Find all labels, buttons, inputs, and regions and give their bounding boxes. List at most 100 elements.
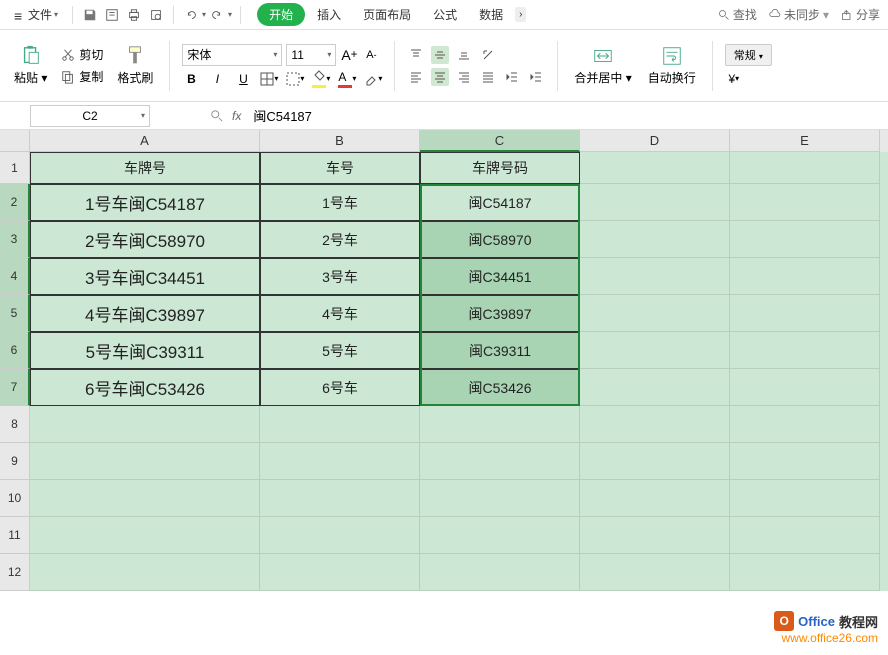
cell-D3[interactable] — [580, 221, 730, 258]
align-middle-icon[interactable] — [431, 46, 449, 64]
tab-data[interactable]: 数据 — [469, 2, 513, 27]
border-button[interactable]: ▾ — [260, 70, 278, 88]
cell-A5[interactable]: 4号车闽C39897 — [30, 295, 260, 332]
cell-A11[interactable] — [30, 517, 260, 554]
cell-C1[interactable]: 车牌号码 — [420, 152, 580, 184]
cell-B6[interactable]: 5号车 — [260, 332, 420, 369]
cell-E9[interactable] — [730, 443, 880, 480]
cell-C11[interactable] — [420, 517, 580, 554]
align-justify-icon[interactable] — [479, 68, 497, 86]
select-all-corner[interactable] — [0, 130, 30, 152]
increase-font-icon[interactable]: A+ — [340, 46, 358, 64]
cell-D9[interactable] — [580, 443, 730, 480]
cell-E2[interactable] — [730, 184, 880, 221]
row-header-2[interactable]: 2 — [0, 184, 30, 221]
cell-B11[interactable] — [260, 517, 420, 554]
merge-center-button[interactable]: 合并居中 ▾ — [570, 43, 635, 88]
undo-dropdown[interactable]: ▾ — [202, 10, 206, 19]
cell-D5[interactable] — [580, 295, 730, 332]
cell-A6[interactable]: 5号车闽C39311 — [30, 332, 260, 369]
name-box[interactable]: C2 ▾ — [30, 105, 150, 127]
row-header-9[interactable]: 9 — [0, 443, 30, 480]
print-icon[interactable] — [125, 6, 143, 24]
tab-page-layout[interactable]: 页面布局 — [353, 2, 421, 27]
font-name-select[interactable]: 宋体 ▾ — [182, 44, 282, 66]
cell-A9[interactable] — [30, 443, 260, 480]
save-icon[interactable] — [81, 6, 99, 24]
fill-color-button[interactable]: ▾ — [312, 70, 330, 88]
formula-input[interactable] — [245, 105, 888, 127]
cell-E7[interactable] — [730, 369, 880, 406]
cell-C5[interactable]: 闽C39897 — [420, 295, 580, 332]
cell-A3[interactable]: 2号车闽C58970 — [30, 221, 260, 258]
cell-B9[interactable] — [260, 443, 420, 480]
cell-E8[interactable] — [730, 406, 880, 443]
tabs-more[interactable]: › — [515, 7, 526, 22]
cell-C8[interactable] — [420, 406, 580, 443]
cell-D8[interactable] — [580, 406, 730, 443]
format-painter-button[interactable]: 格式刷 — [113, 43, 157, 88]
tab-formula[interactable]: 公式 — [423, 2, 467, 27]
cell-D7[interactable] — [580, 369, 730, 406]
wrap-text-button[interactable]: 自动换行 — [644, 43, 700, 88]
cell-D11[interactable] — [580, 517, 730, 554]
fx-icon[interactable]: fx — [232, 109, 241, 123]
cell-E12[interactable] — [730, 554, 880, 591]
cell-C2[interactable]: 闽C54187 — [420, 184, 580, 221]
file-menu[interactable]: 文件 ▾ — [8, 4, 64, 25]
print-preview-icon[interactable] — [147, 6, 165, 24]
row-header-6[interactable]: 6 — [0, 332, 30, 369]
font-color-button[interactable]: A ▾ — [338, 70, 356, 88]
cell-A4[interactable]: 3号车闽C34451 — [30, 258, 260, 295]
number-format-select[interactable]: 常规 ▾ — [725, 44, 772, 66]
undo-icon[interactable] — [182, 6, 200, 24]
cell-E11[interactable] — [730, 517, 880, 554]
zoom-icon[interactable] — [210, 109, 224, 123]
orientation-icon[interactable] — [479, 46, 497, 64]
align-center-icon[interactable] — [431, 68, 449, 86]
align-right-icon[interactable] — [455, 68, 473, 86]
row-header-4[interactable]: 4 — [0, 258, 30, 295]
align-bottom-icon[interactable] — [455, 46, 473, 64]
font-size-select[interactable]: 11 ▾ — [286, 44, 336, 66]
col-header-D[interactable]: D — [580, 130, 730, 152]
cell-A1[interactable]: 车牌号 — [30, 152, 260, 184]
cell-B2[interactable]: 1号车 — [260, 184, 420, 221]
cell-B12[interactable] — [260, 554, 420, 591]
row-header-5[interactable]: 5 — [0, 295, 30, 332]
cell-C9[interactable] — [420, 443, 580, 480]
clear-format-button[interactable]: ▾ — [364, 70, 382, 88]
cell-B7[interactable]: 6号车 — [260, 369, 420, 406]
row-header-1[interactable]: 1 — [0, 152, 30, 184]
underline-button[interactable]: U — [234, 70, 252, 88]
redo-icon[interactable] — [208, 6, 226, 24]
align-top-icon[interactable] — [407, 46, 425, 64]
indent-increase-icon[interactable] — [527, 68, 545, 86]
tab-insert[interactable]: 插入 — [307, 2, 351, 27]
col-header-B[interactable]: B — [260, 130, 420, 152]
cell-B3[interactable]: 2号车 — [260, 221, 420, 258]
cell-E1[interactable] — [730, 152, 880, 184]
save-as-icon[interactable] — [103, 6, 121, 24]
align-left-icon[interactable] — [407, 68, 425, 86]
cell-A2[interactable]: 1号车闽C54187 — [30, 184, 260, 221]
search-button[interactable]: 查找 — [718, 6, 757, 23]
cell-A8[interactable] — [30, 406, 260, 443]
cell-E5[interactable] — [730, 295, 880, 332]
currency-icon[interactable]: ¥▾ — [725, 70, 743, 88]
cell-D6[interactable] — [580, 332, 730, 369]
tab-start[interactable]: 开始 — [257, 3, 305, 26]
cell-B8[interactable] — [260, 406, 420, 443]
cell-C3[interactable]: 闽C58970 — [420, 221, 580, 258]
cell-C10[interactable] — [420, 480, 580, 517]
cell-C4[interactable]: 闽C34451 — [420, 258, 580, 295]
row-header-8[interactable]: 8 — [0, 406, 30, 443]
row-header-10[interactable]: 10 — [0, 480, 30, 517]
col-header-C[interactable]: C — [420, 130, 580, 152]
col-header-A[interactable]: A — [30, 130, 260, 152]
sync-button[interactable]: 未同步 ▾ — [769, 6, 829, 23]
cell-E3[interactable] — [730, 221, 880, 258]
italic-button[interactable]: I — [208, 70, 226, 88]
cell-C7[interactable]: 闽C53426 — [420, 369, 580, 406]
cell-E4[interactable] — [730, 258, 880, 295]
